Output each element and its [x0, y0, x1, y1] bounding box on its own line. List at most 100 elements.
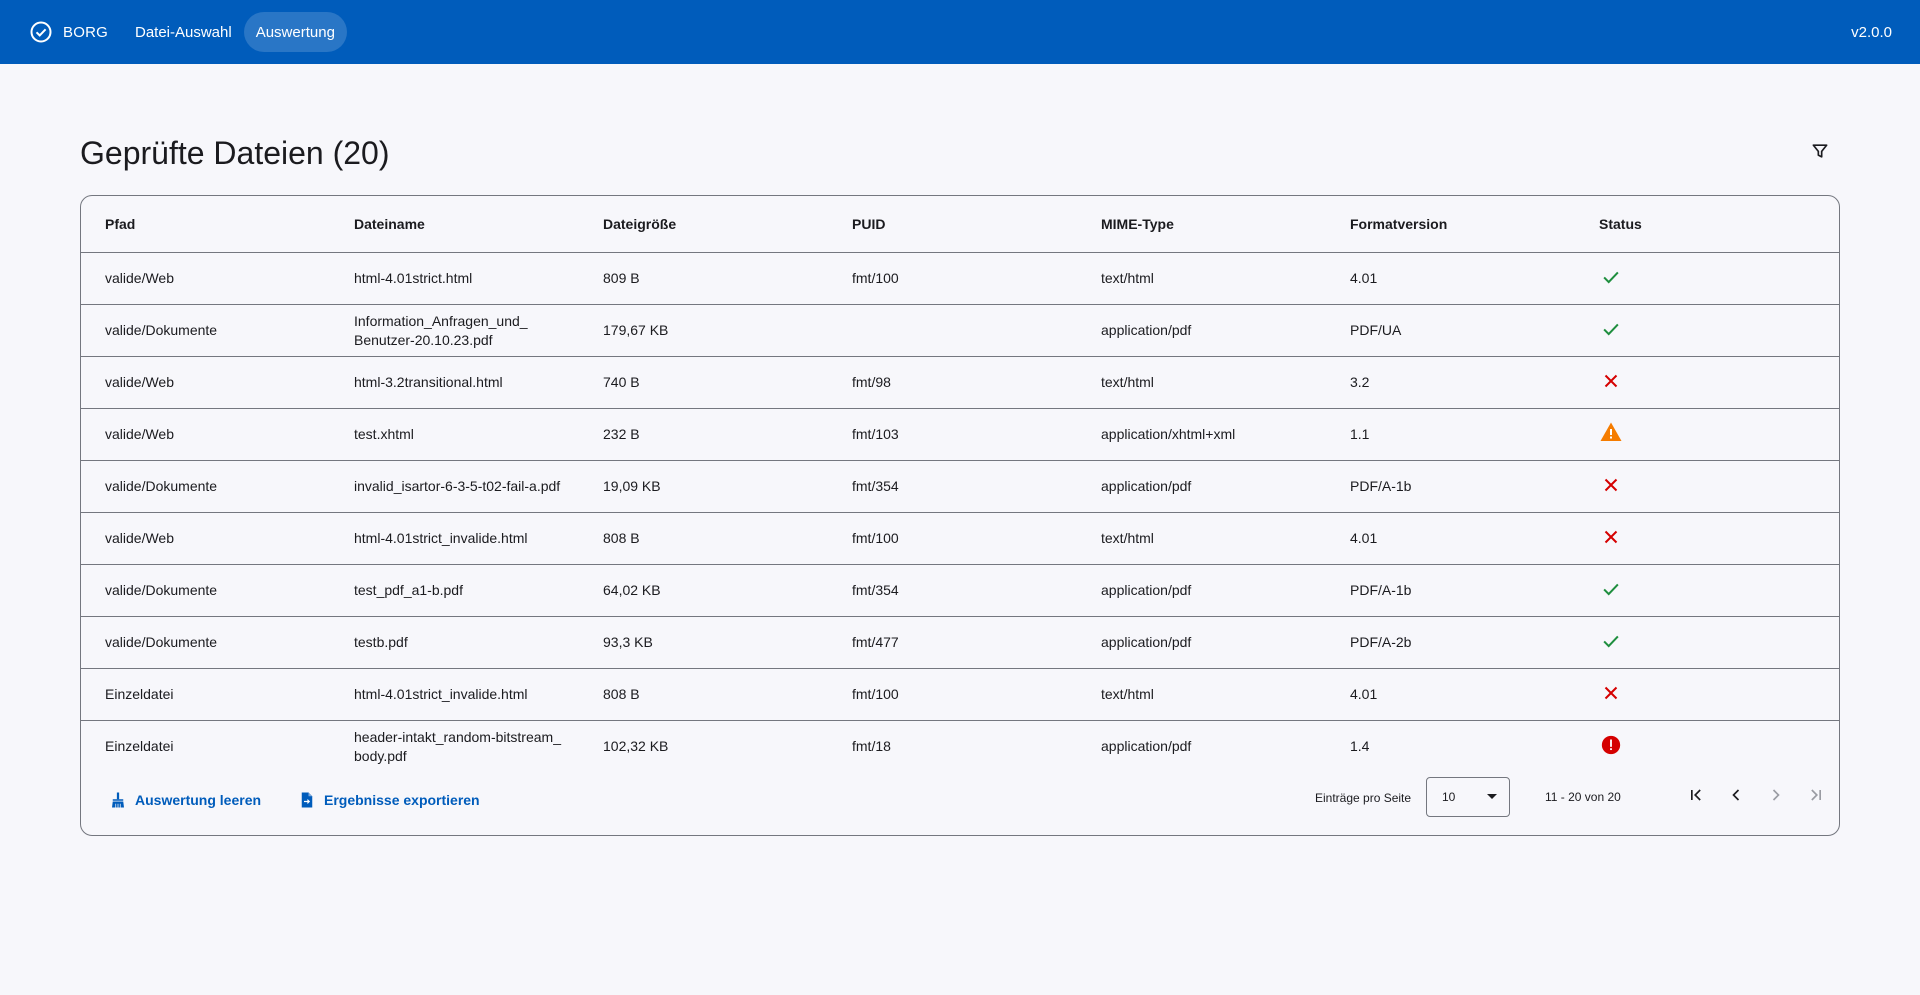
brand-label: BORG	[63, 23, 108, 41]
export-results-button[interactable]: Ergebnisse exportieren	[298, 782, 480, 818]
cell-dateigroesse: 93,3 KB	[579, 616, 828, 669]
cell-pfad: valide/Web	[81, 408, 330, 461]
table-row[interactable]: valide/Web html-3.2transitional.html 740 B…	[81, 356, 1839, 409]
cell-puid: fmt/98	[828, 356, 1077, 409]
first-page-button[interactable]	[1676, 777, 1716, 817]
check-icon	[1599, 629, 1623, 653]
column-header-puid[interactable]: PUID	[828, 196, 1077, 253]
cell-mime-type: text/html	[1077, 668, 1326, 721]
cell-mime-type: application/pdf	[1077, 460, 1326, 513]
cell-formatversion: 4.01	[1326, 668, 1575, 721]
cell-dateiname: Information_Anfragen_und_ Benutzer-20.10…	[330, 304, 579, 357]
cell-status	[1575, 356, 1839, 409]
table-row[interactable]: valide/Web test.xhtml 232 Bfmt/103 applicat…	[81, 408, 1839, 461]
cell-formatversion: 4.01	[1326, 512, 1575, 565]
last-page-button[interactable]	[1796, 777, 1836, 817]
cell-puid: fmt/477	[828, 616, 1077, 669]
cell-dateigroesse: 19,09 KB	[579, 460, 828, 513]
brand[interactable]: BORG	[29, 12, 108, 52]
column-header-mime-type[interactable]: MIME-Type	[1077, 196, 1326, 253]
cell-dateigroesse: 809 B	[579, 252, 828, 305]
column-header-status[interactable]: Status	[1575, 196, 1839, 253]
cell-status	[1575, 408, 1839, 461]
filter-button[interactable]	[1800, 133, 1840, 173]
next-page-button[interactable]	[1756, 777, 1796, 817]
cell-dateigroesse: 179,67 KB	[579, 304, 828, 357]
check-icon	[1599, 265, 1623, 289]
check-icon	[1599, 577, 1623, 601]
cell-pfad: valide/Dokumente	[81, 304, 330, 357]
check-circle-icon	[29, 20, 53, 44]
table-row[interactable]: valide/Dokumente testb.pdf 93,3 KB fmt/477 a…	[81, 616, 1839, 669]
cell-status	[1575, 564, 1839, 617]
table-row[interactable]: valide/Web html-4.01strict.html 809 Bfmt/1…	[81, 252, 1839, 305]
cell-formatversion: 1.4	[1350, 738, 1370, 754]
cell-status	[1575, 304, 1839, 357]
cell-mime-type: text/html	[1077, 356, 1326, 409]
cell-mime-type: application/pdf	[1077, 616, 1326, 669]
cell-formatversion: PDF/A-1b	[1326, 460, 1575, 513]
table-row[interactable]: valide/Dokumente Information_Anfragen_und…	[81, 304, 1839, 357]
first-page-icon	[1686, 785, 1706, 810]
chevron-left-icon	[1726, 785, 1746, 810]
cell-puid: fmt/18	[852, 738, 891, 754]
cell-pfad: Einzeldatei	[81, 668, 330, 721]
column-header-dateiname[interactable]: Dateiname	[330, 196, 579, 253]
table-row[interactable]: Einzeldatei html-4.01strict_invalide.html…	[81, 668, 1839, 721]
warning-icon	[1599, 420, 1623, 444]
cell-mime-type: application/pdf	[1101, 738, 1192, 754]
broom-icon	[109, 791, 127, 809]
caret-down-icon	[1487, 794, 1497, 799]
previous-page-button[interactable]	[1716, 777, 1756, 817]
results-table-card: Pfad Dateiname Dateigröße PUID MIME-Type…	[80, 195, 1840, 836]
table-row[interactable]: valide/Dokumente invalid_isartor-6-3-5-t0…	[81, 460, 1839, 513]
close-icon	[1599, 473, 1623, 497]
clear-results-button[interactable]: Auswertung leeren	[109, 782, 261, 818]
close-icon	[1599, 681, 1623, 705]
cell-puid: fmt/103	[828, 408, 1077, 461]
cell-dateiname: test.xhtml	[330, 408, 579, 461]
column-header-dateigroesse[interactable]: Dateigröße	[579, 196, 828, 253]
cell-status	[1575, 721, 1839, 773]
cell-formatversion: PDF/A-2b	[1326, 616, 1575, 669]
table-row[interactable]: valide/Web html-4.01strict_invalide.html 8…	[81, 512, 1839, 565]
cell-pfad: valide/Web	[81, 512, 330, 565]
page-title: Geprüfte Dateien (20)	[80, 135, 390, 171]
column-header-pfad[interactable]: Pfad	[81, 196, 330, 253]
cell-dateigroesse: 232 B	[579, 408, 828, 461]
app-version: v2.0.0	[1851, 23, 1892, 41]
cell-dateigroesse: 102,32 KB	[603, 738, 669, 754]
cell-status	[1575, 668, 1839, 721]
cell-dateiname: header-intakt_random-bitstream_ body.pdf	[354, 728, 561, 764]
table-row[interactable]: valide/Dokumente test_pdf_a1-b.pdf 64,02 K…	[81, 564, 1839, 617]
page-size-value: 10	[1442, 790, 1456, 804]
cell-dateigroesse: 64,02 KB	[579, 564, 828, 617]
cell-dateiname: testb.pdf	[330, 616, 579, 669]
cell-puid: fmt/100	[828, 252, 1077, 305]
cell-pfad: valide/Web	[81, 252, 330, 305]
cell-status	[1575, 252, 1839, 305]
cell-dateiname: html-4.01strict.html	[330, 252, 579, 305]
results-table: Pfad Dateiname Dateigröße PUID MIME-Type…	[81, 196, 1839, 772]
cell-pfad: Einzeldatei	[105, 738, 174, 754]
cell-formatversion: PDF/A-1b	[1326, 564, 1575, 617]
column-header-formatversion[interactable]: Formatversion	[1326, 196, 1575, 253]
cell-mime-type: application/xhtml+xml	[1077, 408, 1326, 461]
cell-formatversion: 4.01	[1326, 252, 1575, 305]
cell-mime-type: application/pdf	[1077, 304, 1326, 357]
cell-puid: fmt/100	[828, 668, 1077, 721]
cell-dateigroesse: 740 B	[579, 356, 828, 409]
table-row[interactable]: Einzeldatei header-intakt_random-bitstrea…	[81, 721, 1839, 773]
page-size-select[interactable]: 10	[1426, 777, 1510, 817]
close-icon	[1599, 369, 1623, 393]
cell-dateiname: html-4.01strict_invalide.html	[330, 668, 579, 721]
nav-auswertung[interactable]: Auswertung	[243, 12, 347, 52]
page-size-label: Einträge pro Seite	[1315, 791, 1412, 805]
cell-puid	[828, 304, 1077, 357]
nav-datei-auswahl[interactable]: Datei-Auswahl	[123, 12, 244, 52]
cell-pfad: valide/Dokumente	[81, 616, 330, 669]
page-range-label: 11 - 20 von 20	[1545, 790, 1621, 804]
cell-puid: fmt/354	[828, 460, 1077, 513]
error-icon	[1599, 733, 1623, 757]
table-header-row: Pfad Dateiname Dateigröße PUID MIME-Type…	[81, 196, 1839, 253]
